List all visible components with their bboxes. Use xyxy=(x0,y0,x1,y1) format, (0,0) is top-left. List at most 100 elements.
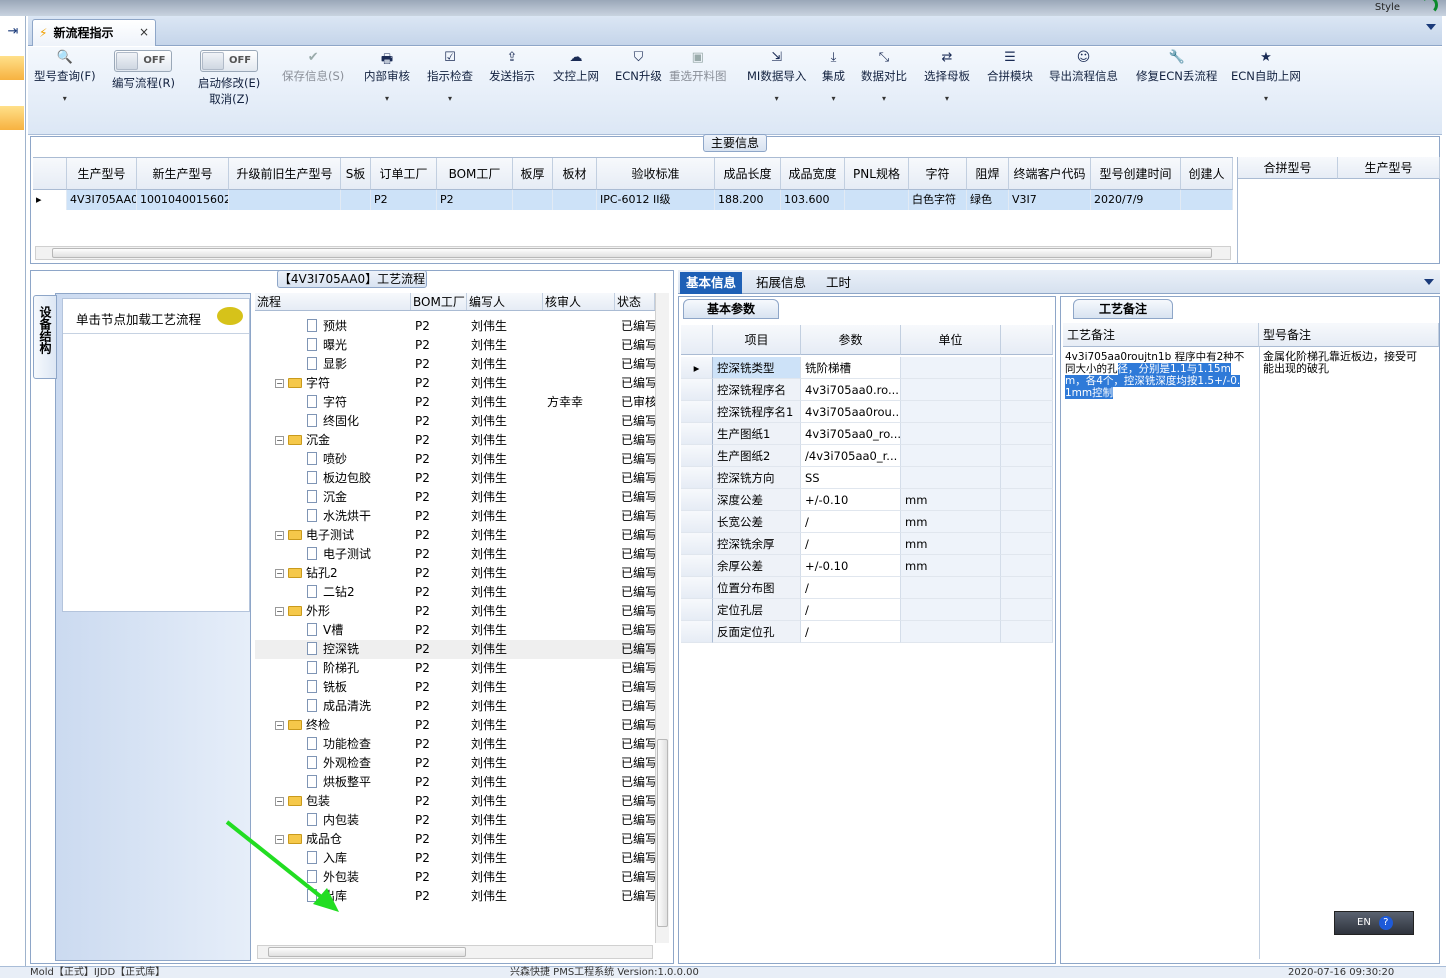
language-bar[interactable]: EN? xyxy=(1334,911,1414,935)
param-value[interactable]: / xyxy=(801,621,901,643)
scroll-thumb[interactable] xyxy=(268,947,466,957)
param-value[interactable]: /4v3i705aa0_r... xyxy=(801,445,901,467)
col-header[interactable]: 成品宽度 xyxy=(781,158,845,190)
tree-row[interactable]: 外观检查 P2 刘伟生 已编写 xyxy=(255,754,655,773)
internal-review-button[interactable]: 🖶 内部审核 ▾ xyxy=(364,50,410,103)
col-header[interactable]: PNL规格 xyxy=(845,158,909,190)
dropdown-arrow-icon[interactable]: ▾ xyxy=(747,94,806,103)
tab-basic-info[interactable]: 基本信息 xyxy=(680,272,743,294)
speech-bubble-icon[interactable] xyxy=(217,307,243,325)
tree-row[interactable]: 显影 P2 刘伟生 已编写 xyxy=(255,355,655,374)
tree-vscrollbar[interactable] xyxy=(655,293,669,943)
col-model-notes[interactable]: 型号备注 xyxy=(1259,323,1439,347)
param-value[interactable]: +/-0.10 xyxy=(801,489,901,511)
param-value[interactable]: 4v3i705aa0rou... xyxy=(801,401,901,423)
tree-node[interactable]: 喷砂 xyxy=(307,450,347,469)
param-value[interactable]: 4v3i705aa0.ro... xyxy=(801,379,901,401)
tree-row[interactable]: − 电子测试 P2 刘伟生 已编写 xyxy=(255,526,655,545)
mi-import-button[interactable]: ⇲ MI数据导入 ▾ xyxy=(747,50,806,103)
tree-row[interactable]: 阶梯孔 P2 刘伟生 已编写 xyxy=(255,659,655,678)
tree-node[interactable]: − 字符 xyxy=(275,374,330,393)
table-cell[interactable] xyxy=(553,190,597,210)
table-cell[interactable] xyxy=(229,190,341,210)
table-cell[interactable] xyxy=(341,190,371,210)
param-value[interactable]: / xyxy=(801,511,901,533)
tree-hscrollbar[interactable] xyxy=(257,945,653,959)
tree-node[interactable]: 曝光 xyxy=(307,336,347,355)
vertical-tab-equipment[interactable]: 设备结构 xyxy=(33,295,57,379)
tree-node[interactable]: 阶梯孔 xyxy=(307,659,359,678)
tree-node[interactable]: 烘板整平 xyxy=(307,773,371,792)
tree-row[interactable]: V槽 P2 刘伟生 已编写 xyxy=(255,621,655,640)
tree-row[interactable]: 电子测试 P2 刘伟生 已编写 xyxy=(255,545,655,564)
param-row[interactable]: 反面定位孔 / xyxy=(681,621,1053,643)
col-header[interactable]: 升级前旧生产型号 xyxy=(229,158,341,190)
tree-col-header[interactable]: 流程 xyxy=(255,293,411,310)
tree-node[interactable]: 成品清洗 xyxy=(307,697,371,716)
tree-node[interactable]: 外观检查 xyxy=(307,754,371,773)
param-row[interactable]: 余厚公差 +/-0.10 mm xyxy=(681,555,1053,577)
data-compare-button[interactable]: ⤡ 数据对比 ▾ xyxy=(861,50,907,103)
phone-icon[interactable] xyxy=(1420,0,1438,14)
tree-row[interactable]: 出库 P2 刘伟生 已编写 xyxy=(255,887,655,906)
scroll-thumb[interactable] xyxy=(52,248,1212,258)
integrate-button[interactable]: ⤓ 集成 ▾ xyxy=(822,50,845,103)
tree-node[interactable]: 外包装 xyxy=(307,868,359,887)
dropdown-arrow-icon[interactable]: ▾ xyxy=(1231,94,1301,103)
collapse-icon[interactable]: − xyxy=(275,531,284,540)
table-cell[interactable]: P2 xyxy=(371,190,437,210)
tree-row[interactable]: − 终检 P2 刘伟生 已编写 xyxy=(255,716,655,735)
dropdown-arrow-icon[interactable]: ▾ xyxy=(822,94,845,103)
tree-node[interactable]: − 外形 xyxy=(275,602,330,621)
table-cell[interactable]: 103.600 xyxy=(781,190,845,210)
model-note-text[interactable]: 金属化阶梯孔靠近板边，接受可能出现的破孔 xyxy=(1263,351,1427,375)
table-cell[interactable] xyxy=(513,190,553,210)
tree-row[interactable]: − 外形 P2 刘伟生 已编写 xyxy=(255,602,655,621)
tree-row[interactable]: − 包装 P2 刘伟生 已编写 xyxy=(255,792,655,811)
col-header[interactable]: S板 xyxy=(341,158,371,190)
help-icon[interactable]: ? xyxy=(1378,916,1393,930)
col-header[interactable]: 阻焊 xyxy=(967,158,1009,190)
chevron-down-icon[interactable] xyxy=(1426,24,1436,30)
process-note-text[interactable]: 4v3i705aa0roujtn1b 程序中有2种不同大小的孔径，分别是1.1与… xyxy=(1065,351,1245,399)
col-header[interactable]: 终端客户代码 xyxy=(1009,158,1091,190)
tree-node[interactable]: 水洗烘干 xyxy=(307,507,371,526)
table-cell[interactable]: 2020/7/9 xyxy=(1091,190,1181,210)
send-instruction-button[interactable]: ⇪ 发送指示 xyxy=(489,50,535,84)
param-row[interactable]: 控深铣程序名1 4v3i705aa0rou... xyxy=(681,401,1053,423)
param-value[interactable]: / xyxy=(801,577,901,599)
collapse-icon[interactable]: − xyxy=(275,379,284,388)
col-header[interactable]: 订单工厂 xyxy=(371,158,437,190)
col-header[interactable]: 型号创建时间 xyxy=(1091,158,1181,190)
ecn-auto-upload-button[interactable]: ★ ECN自助上网 ▾ xyxy=(1231,50,1301,103)
instruction-check-button[interactable]: ☑ 指示检查 ▾ xyxy=(427,50,473,103)
collapse-icon[interactable]: − xyxy=(275,721,284,730)
repair-ecn-button[interactable]: 🔧 修复ECN丢流程 xyxy=(1136,50,1217,84)
dropdown-arrow-icon[interactable]: ▾ xyxy=(861,94,907,103)
table-row[interactable]: ▸ 4V3I705AA0 10010400156024 P2 P2 IPC-6012 II… xyxy=(33,190,1233,210)
dropdown-arrow-icon[interactable]: ▾ xyxy=(427,94,473,103)
tab-extended-info[interactable]: 拓展信息 xyxy=(750,272,812,294)
tree-row[interactable]: 功能检查 P2 刘伟生 已编写 xyxy=(255,735,655,754)
tree-node[interactable]: − 电子测试 xyxy=(275,526,354,545)
param-col-header[interactable]: 参数 xyxy=(801,325,901,355)
tree-node[interactable]: − 成品仓 xyxy=(275,830,342,849)
col-production-model[interactable]: 生产型号 xyxy=(1338,157,1440,179)
collapse-icon[interactable]: − xyxy=(275,569,284,578)
tree-row[interactable]: 控深铣 P2 刘伟生 已编写 xyxy=(255,640,655,659)
tree-row[interactable]: − 成品仓 P2 刘伟生 已编写 xyxy=(255,830,655,849)
tree-row[interactable]: 曝光 P2 刘伟生 已编写 xyxy=(255,336,655,355)
start-modify-toggle[interactable]: OFF xyxy=(200,50,259,72)
export-flow-button[interactable]: ☺ 导出流程信息 xyxy=(1049,50,1118,84)
tree-row[interactable]: 铣板 P2 刘伟生 已编写 xyxy=(255,678,655,697)
tree-node[interactable]: 入库 xyxy=(307,849,347,868)
param-row[interactable]: 生产图纸1 4v3i705aa0_ro... xyxy=(681,423,1053,445)
tree-row[interactable]: 板边包胶 P2 刘伟生 已编写 xyxy=(255,469,655,488)
param-row[interactable]: 长宽公差 / mm xyxy=(681,511,1053,533)
tree-node[interactable]: 字符 xyxy=(307,393,347,412)
tree-col-header[interactable]: 编写人 xyxy=(467,293,543,310)
language-code[interactable]: EN xyxy=(1357,917,1371,928)
collapse-icon[interactable]: − xyxy=(275,835,284,844)
tree-node[interactable]: − 沉金 xyxy=(275,431,330,450)
tree-node[interactable]: 二钻2 xyxy=(307,583,355,602)
